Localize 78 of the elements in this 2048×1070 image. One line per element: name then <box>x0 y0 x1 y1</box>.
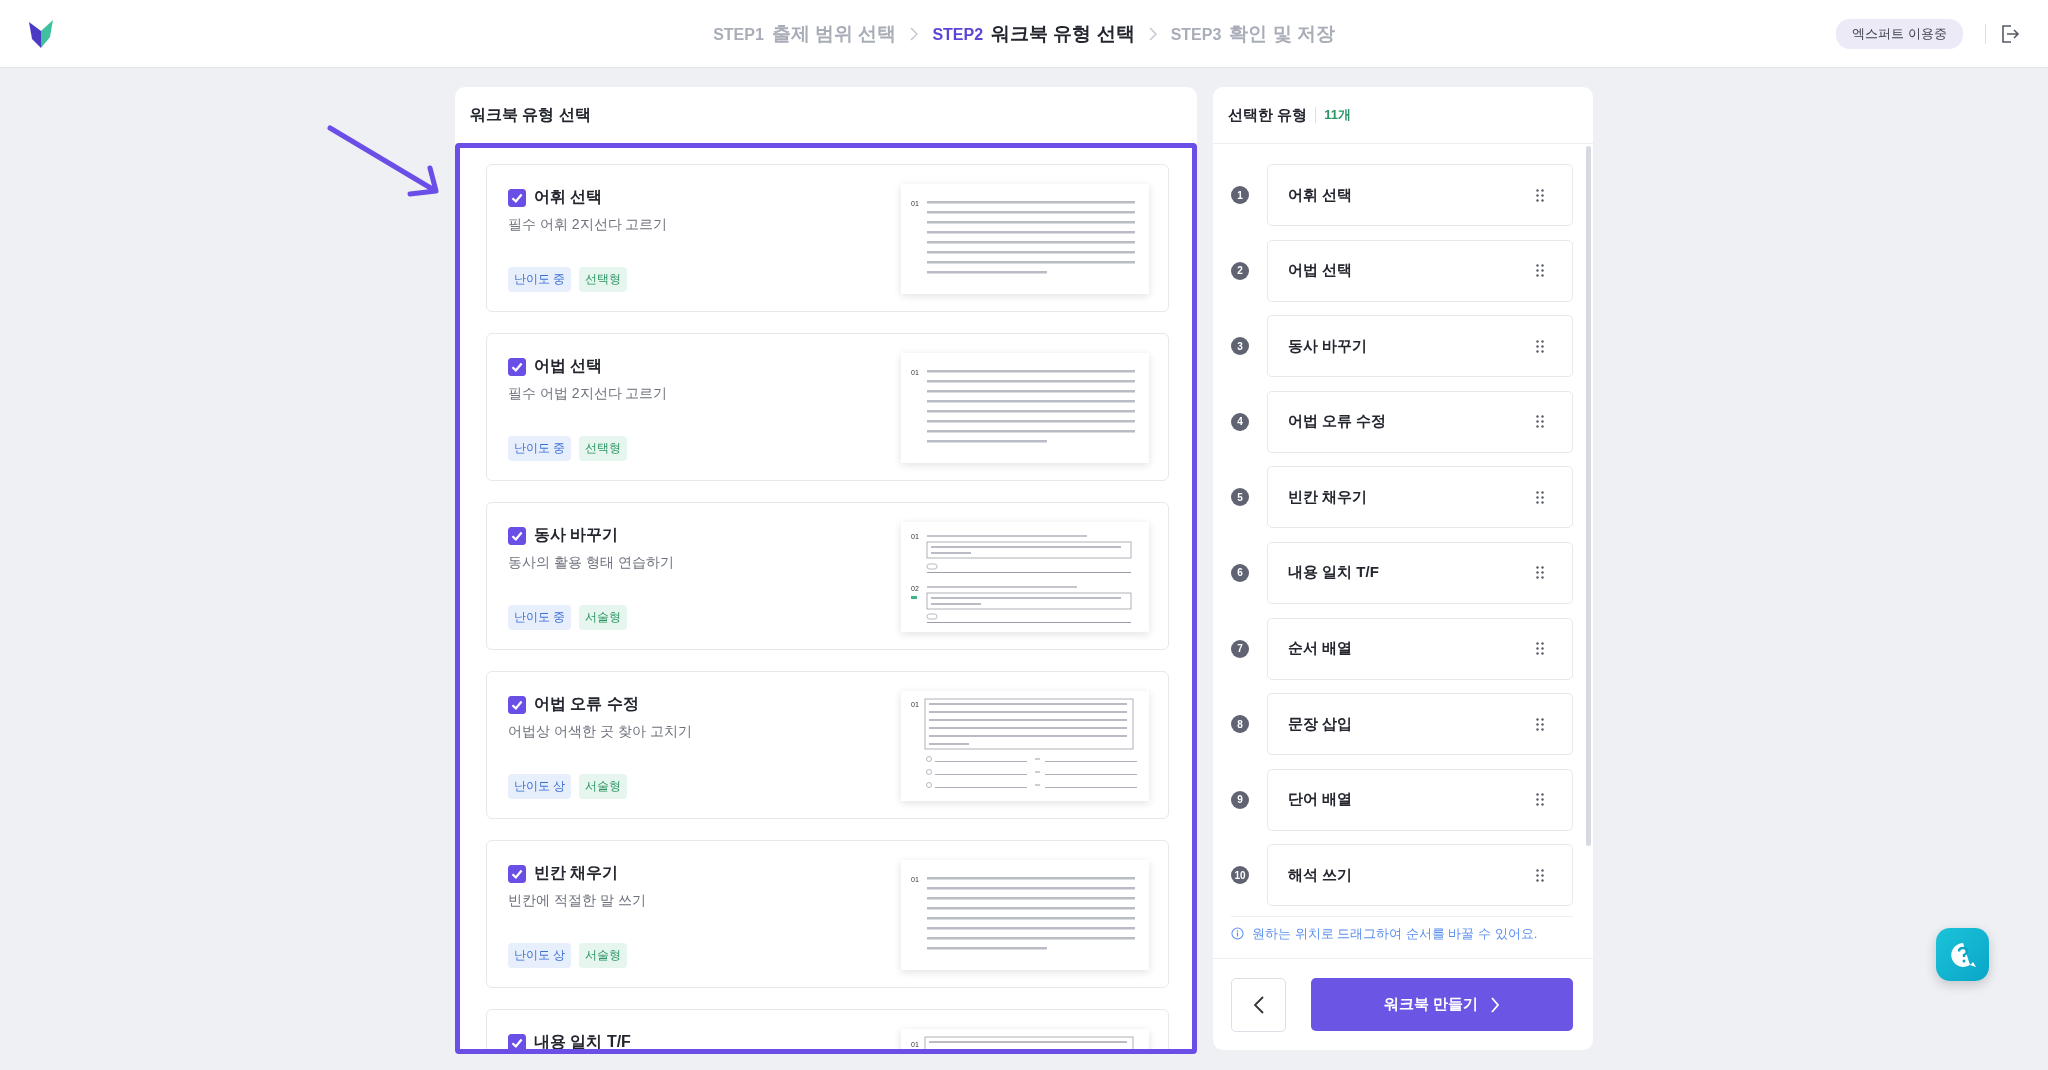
tag: 선택형 <box>579 436 628 461</box>
checkbox[interactable] <box>508 188 526 207</box>
hint-text: 원하는 위치로 드래그하여 순서를 바꿀 수 있어요. <box>1252 924 1538 943</box>
tag: 난이도 상 <box>508 774 572 799</box>
drag-handle-icon[interactable] <box>1536 566 1544 580</box>
scrollbar[interactable] <box>1586 146 1591 846</box>
chevron-icon <box>1148 26 1157 41</box>
order-number: 3 <box>1231 337 1249 356</box>
count-label: 11개 <box>1324 106 1351 124</box>
selected-type-item[interactable]: 동사 바꾸기 <box>1267 315 1573 378</box>
checkbox[interactable] <box>508 526 526 545</box>
card-title: 내용 일치 T/F <box>534 1032 631 1049</box>
step-number: STEP3 <box>1170 25 1222 44</box>
card-title: 동사 바꾸기 <box>534 525 619 545</box>
tag: 서술형 <box>579 605 628 630</box>
drag-handle-icon[interactable] <box>1536 264 1544 278</box>
checkbox[interactable] <box>508 864 526 883</box>
drag-handle-icon[interactable] <box>1536 188 1544 202</box>
panel-title: 선택한 유형 <box>1228 105 1308 125</box>
drag-handle-icon[interactable] <box>1536 793 1544 807</box>
selected-type-item[interactable]: 어법 오류 수정 <box>1267 390 1573 453</box>
chevron-left-icon <box>1252 994 1265 1015</box>
selected-type-item[interactable]: 문장 삽입 <box>1267 693 1573 756</box>
selected-type-item[interactable]: 빈칸 채우기 <box>1267 466 1573 529</box>
step-label: 확인 및 저장 <box>1229 21 1335 46</box>
order-number: 2 <box>1231 261 1249 280</box>
info-icon <box>1231 927 1244 941</box>
checkbox[interactable] <box>508 695 526 714</box>
order-number: 5 <box>1231 488 1249 507</box>
selected-type-item[interactable]: 순서 배열 <box>1267 617 1573 680</box>
drag-handle-icon[interactable] <box>1536 415 1544 429</box>
panel-title: 워크북 유형 선택 <box>469 105 592 125</box>
checkbox[interactable] <box>508 1033 526 1049</box>
chevron-right-icon <box>1490 995 1501 1014</box>
selected-type-item[interactable]: 해석 쓰기 <box>1267 844 1573 907</box>
card-title: 빈칸 채우기 <box>534 863 619 883</box>
checkbox[interactable] <box>508 357 526 376</box>
card-description: 빈칸에 적절한 말 쓰기 <box>508 892 646 910</box>
order-number: 8 <box>1231 715 1249 734</box>
tag: 서술형 <box>579 774 628 799</box>
logo-icon[interactable] <box>28 18 54 49</box>
selected-type-item[interactable]: 어휘 선택 <box>1267 164 1573 226</box>
selected-type-item[interactable]: 내용 일치 T/F <box>1267 541 1573 604</box>
tag: 서술형 <box>579 943 628 968</box>
drag-handle-icon[interactable] <box>1536 339 1544 353</box>
tag: 선택형 <box>579 267 628 292</box>
card-description: 필수 어법 2지선다 고르기 <box>508 385 668 403</box>
create-workbook-button[interactable]: 워크북 만들기 <box>1311 978 1573 1031</box>
help-button[interactable] <box>1936 928 1989 981</box>
tag: 난이도 중 <box>508 267 572 292</box>
order-number: 9 <box>1231 790 1249 809</box>
selected-type-item[interactable]: 어법 선택 <box>1267 239 1573 302</box>
chevron-icon <box>910 26 919 41</box>
card-description: 필수 어휘 2지선다 고르기 <box>508 216 668 234</box>
order-number: 7 <box>1231 639 1249 658</box>
card-description: 어법상 어색한 곳 찾아 고치기 <box>508 723 692 741</box>
tag: 난이도 중 <box>508 605 572 630</box>
drag-handle-icon[interactable] <box>1536 868 1544 882</box>
order-number: 1 <box>1231 186 1249 204</box>
step-label: 워크북 유형 선택 <box>991 21 1135 46</box>
tag: 난이도 중 <box>508 436 572 461</box>
card-title: 어법 오류 수정 <box>534 694 639 714</box>
card-title: 어법 선택 <box>534 356 603 376</box>
card-description: 동사의 활용 형태 연습하기 <box>508 554 674 572</box>
card-title: 어휘 선택 <box>534 187 603 207</box>
step-label: 출제 범위 선택 <box>771 21 897 46</box>
step-number: STEP2 <box>932 25 984 44</box>
step-number: STEP1 <box>713 25 764 44</box>
drag-handle-icon[interactable] <box>1536 642 1544 656</box>
drag-handle-icon[interactable] <box>1536 717 1544 731</box>
logout-icon[interactable] <box>1985 23 2020 44</box>
order-number: 6 <box>1231 563 1249 582</box>
order-number: 10 <box>1231 866 1249 885</box>
selected-type-item[interactable]: 단어 배열 <box>1267 768 1573 831</box>
order-number: 4 <box>1231 412 1249 431</box>
tag: 난이도 상 <box>508 943 572 968</box>
drag-handle-icon[interactable] <box>1536 490 1544 504</box>
plan-badge: 엑스퍼트 이용중 <box>1836 18 1963 49</box>
